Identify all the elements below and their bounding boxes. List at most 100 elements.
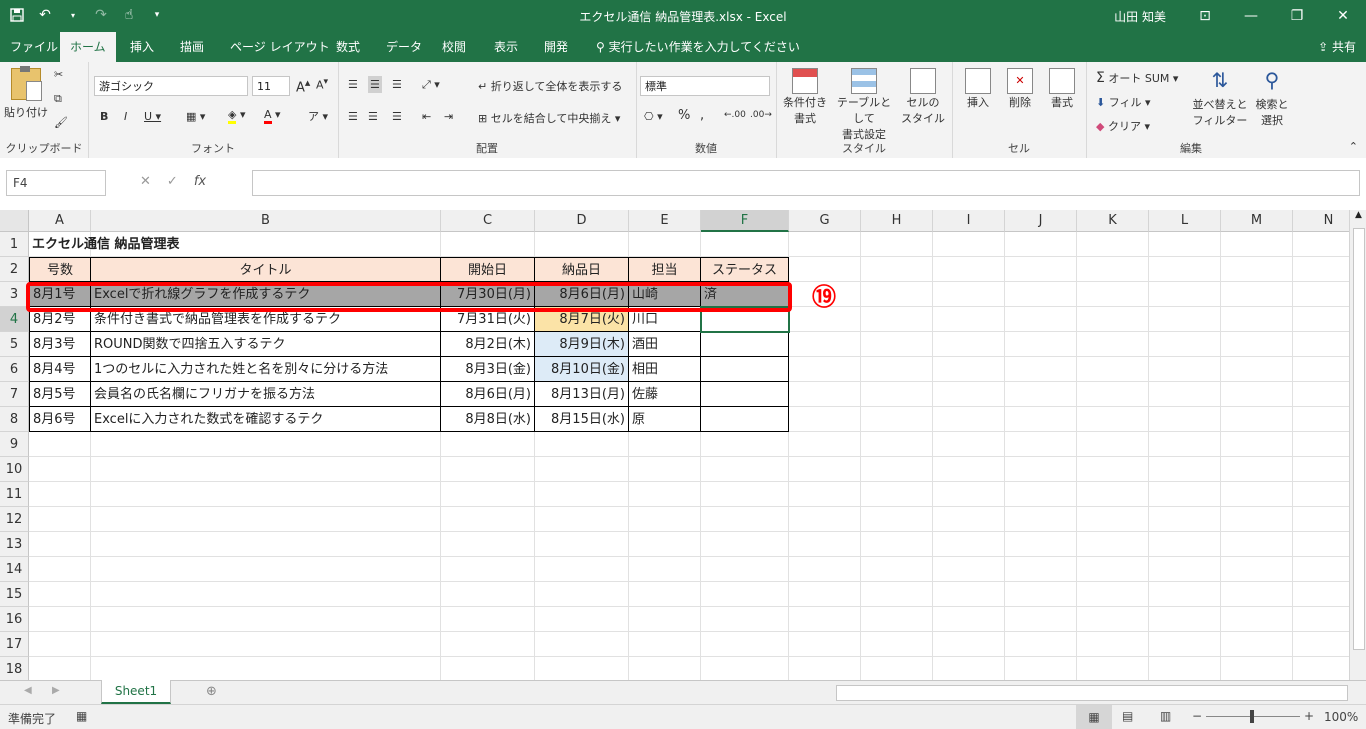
row-header-10[interactable]: 10 — [0, 457, 29, 482]
italic-icon[interactable]: I — [124, 110, 127, 123]
ribbon-display-icon[interactable]: ⊡ — [1182, 0, 1228, 32]
align-center-icon[interactable]: ☰ — [368, 110, 378, 123]
tab-review[interactable]: 校閲 — [432, 32, 476, 62]
row-header-4[interactable]: 4 — [0, 307, 29, 332]
column-header-a[interactable]: A — [29, 210, 91, 232]
cancel-icon[interactable]: ✕ — [140, 174, 151, 189]
format-painter-icon[interactable]: 🖌 — [54, 116, 68, 129]
page-break-view-icon[interactable]: ▥ — [1160, 709, 1171, 723]
select-all-corner[interactable] — [0, 210, 29, 232]
minimize-icon[interactable]: — — [1228, 0, 1274, 32]
page-layout-view-icon[interactable]: ▤ — [1122, 709, 1133, 723]
user-name[interactable]: 山田 知美 — [1114, 8, 1166, 25]
autosum-button[interactable]: Σ オート SUM ▾ — [1096, 70, 1178, 86]
row-header-1[interactable]: 1 — [0, 232, 29, 257]
table-header-cell[interactable]: ステータス — [701, 257, 789, 282]
name-box[interactable]: F4 — [6, 170, 106, 196]
percent-icon[interactable]: % — [678, 108, 690, 123]
tab-insert[interactable]: 挿入 — [120, 32, 164, 62]
column-header-f[interactable]: F — [701, 210, 789, 232]
table-cell[interactable]: Excelに入力された数式を確認するテク — [91, 407, 441, 432]
insert-cells-button[interactable]: 挿入 — [958, 68, 998, 110]
table-cell[interactable]: 原 — [629, 407, 701, 432]
normal-view-icon[interactable]: ▦ — [1076, 705, 1112, 729]
table-cell[interactable]: 8月6日(月) — [441, 382, 535, 407]
decrease-font-icon[interactable]: A▾ — [316, 76, 328, 92]
zoom-level[interactable]: 100% — [1324, 710, 1358, 724]
insert-function-icon[interactable]: fx — [194, 174, 206, 189]
column-header-l[interactable]: L — [1149, 210, 1221, 232]
tab-data[interactable]: データ — [376, 32, 432, 62]
format-cells-button[interactable]: 書式 — [1042, 68, 1082, 110]
next-sheet-icon[interactable]: ▶ — [52, 685, 60, 696]
prev-sheet-icon[interactable]: ◀ — [24, 685, 32, 696]
table-header-cell[interactable]: 開始日 — [441, 257, 535, 282]
orientation-icon[interactable]: ⤢ ▾ — [422, 78, 440, 92]
bold-icon[interactable]: B — [100, 110, 108, 123]
font-size-select[interactable]: 11 — [252, 76, 290, 96]
table-cell[interactable]: 佐藤 — [629, 382, 701, 407]
cell-styles-button[interactable]: セルの スタイル — [896, 68, 950, 126]
table-cell[interactable]: 会員名の氏名欄にフリガナを振る方法 — [91, 382, 441, 407]
column-header-d[interactable]: D — [535, 210, 629, 232]
number-format-select[interactable]: 標準 — [640, 76, 770, 96]
column-header-m[interactable]: M — [1221, 210, 1293, 232]
align-middle-icon[interactable]: ☰ — [368, 76, 382, 93]
tab-page-layout[interactable]: ページ レイアウト — [220, 32, 340, 62]
column-header-j[interactable]: J — [1005, 210, 1077, 232]
sort-filter-button[interactable]: ⇅ 並べ替えと フィルター — [1190, 68, 1250, 128]
table-cell[interactable]: 8月9日(木) — [535, 332, 629, 357]
column-header-i[interactable]: I — [933, 210, 1005, 232]
share-button[interactable]: ⇪ 共有 — [1318, 32, 1356, 62]
format-as-table-button[interactable]: テーブルとして 書式設定 — [832, 68, 896, 142]
table-header-cell[interactable]: 号数 — [29, 257, 91, 282]
phonetic-icon[interactable]: ア ▾ — [308, 108, 328, 124]
row-header-17[interactable]: 17 — [0, 632, 29, 657]
comma-style-icon[interactable]: , — [700, 108, 704, 123]
row-header-15[interactable]: 15 — [0, 582, 29, 607]
delete-cells-button[interactable]: ✕ 削除 — [1000, 68, 1040, 110]
column-header-e[interactable]: E — [629, 210, 701, 232]
table-cell[interactable]: 相田 — [629, 357, 701, 382]
scroll-up-icon[interactable]: ▲ — [1350, 210, 1366, 220]
copy-icon[interactable]: ⧉ — [54, 92, 62, 106]
table-cell[interactable]: 8月5号 — [29, 382, 91, 407]
table-cell[interactable]: 8月4号 — [29, 357, 91, 382]
find-select-button[interactable]: ⚲ 検索と 選択 — [1250, 68, 1294, 128]
increase-font-icon[interactable]: A▴ — [296, 76, 310, 95]
table-cell[interactable] — [701, 382, 789, 407]
fill-button[interactable]: ⬇ フィル ▾ — [1096, 94, 1151, 110]
underline-icon[interactable]: U ▾ — [144, 110, 161, 123]
row-header-11[interactable]: 11 — [0, 482, 29, 507]
table-header-cell[interactable]: 納品日 — [535, 257, 629, 282]
enter-icon[interactable]: ✓ — [167, 174, 178, 189]
paste-button[interactable]: 貼り付け — [4, 66, 48, 120]
table-cell[interactable]: 8月3号 — [29, 332, 91, 357]
clear-button[interactable]: ◆ クリア ▾ — [1096, 118, 1150, 134]
table-cell[interactable]: 8月8日(水) — [441, 407, 535, 432]
row-header-12[interactable]: 12 — [0, 507, 29, 532]
row-header-2[interactable]: 2 — [0, 257, 29, 282]
tab-home[interactable]: ホーム — [60, 32, 116, 62]
tab-view[interactable]: 表示 — [484, 32, 528, 62]
merge-center-button[interactable]: ⊞ セルを結合して中央揃え ▾ — [478, 110, 620, 126]
row-header-3[interactable]: 3 — [0, 282, 29, 307]
zoom-out-icon[interactable]: − — [1192, 709, 1202, 723]
tell-me-box[interactable]: ⚲ 実行したい作業を入力してください — [596, 32, 800, 62]
table-cell[interactable]: ROUND関数で四捨五入するテク — [91, 332, 441, 357]
tab-developer[interactable]: 開発 — [534, 32, 578, 62]
table-header-cell[interactable]: 担当 — [629, 257, 701, 282]
table-cell[interactable]: 8月15日(水) — [535, 407, 629, 432]
zoom-slider-thumb[interactable] — [1250, 710, 1254, 723]
table-cell[interactable]: 1つのセルに入力された姓と名を別々に分ける方法 — [91, 357, 441, 382]
restore-icon[interactable]: ❐ — [1274, 0, 1320, 32]
scroll-thumb[interactable] — [1353, 228, 1365, 650]
row-header-9[interactable]: 9 — [0, 432, 29, 457]
horizontal-scrollbar[interactable] — [836, 685, 1348, 701]
vertical-scrollbar[interactable]: ▲ — [1349, 210, 1366, 680]
table-cell[interactable] — [701, 357, 789, 382]
row-header-18[interactable]: 18 — [0, 657, 29, 682]
column-header-g[interactable]: G — [789, 210, 861, 232]
column-header-h[interactable]: H — [861, 210, 933, 232]
macro-record-icon[interactable]: ▦ — [76, 709, 87, 723]
